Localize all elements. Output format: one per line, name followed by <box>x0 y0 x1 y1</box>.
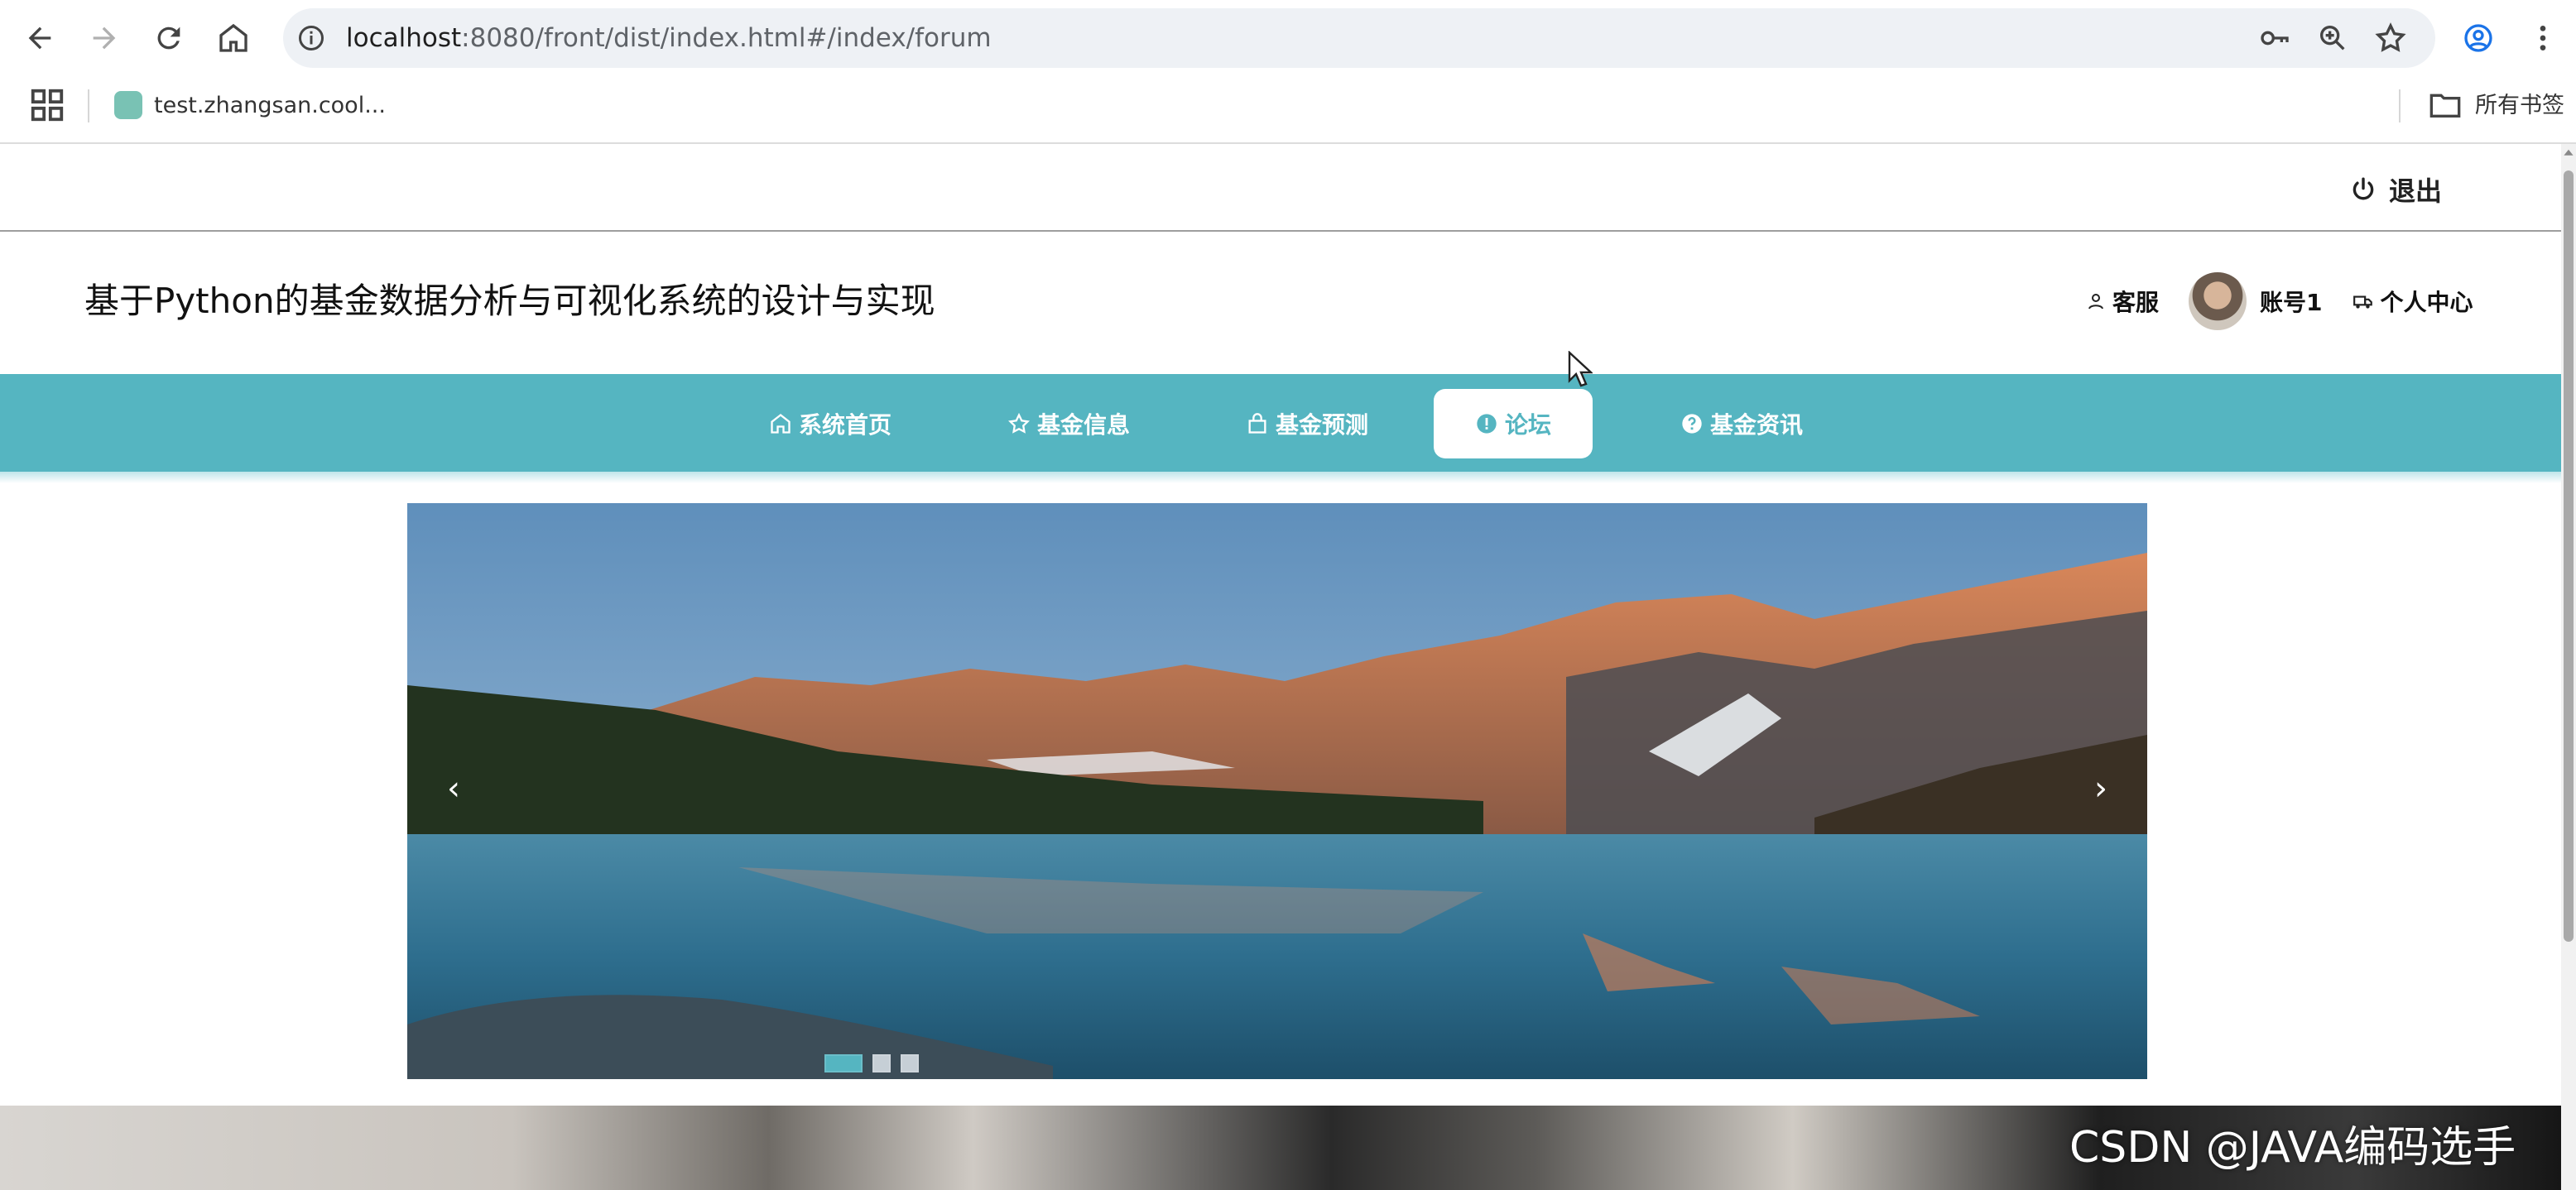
nav-item-fund-forecast[interactable]: 基金预测 <box>1230 389 1384 458</box>
folder-icon[interactable] <box>2429 91 2462 119</box>
nav-item-fund-news[interactable]: 基金资讯 <box>1660 389 1823 458</box>
nav-item-label: 基金信息 <box>1036 411 1130 439</box>
reload-icon <box>157 26 180 50</box>
nav-shadow <box>0 472 2561 483</box>
avatar[interactable] <box>2189 272 2247 330</box>
service-label: 客服 <box>2112 289 2160 316</box>
logout-label: 退出 <box>2389 175 2443 207</box>
home-icon <box>771 414 791 434</box>
banner-image <box>407 503 2147 1079</box>
watermark-text: CSDN @JAVA编码选手 <box>2069 1123 2516 1173</box>
service-link[interactable]: 客服 <box>2086 285 2159 318</box>
account-label[interactable]: 账号1 <box>2260 285 2322 318</box>
carousel-indicators <box>824 1054 919 1072</box>
menu-kebab-icon[interactable] <box>2521 17 2564 60</box>
nav-item-label: 基金预测 <box>1275 411 1368 439</box>
back-button[interactable] <box>13 12 66 65</box>
page-viewport: 退出 基于Python的基金数据分析与可视化系统的设计与实现 客服 账号1 个人… <box>0 144 2561 1190</box>
question-icon <box>1682 414 1702 434</box>
profile-icon[interactable] <box>2457 17 2500 60</box>
carousel-prev-button[interactable]: ‹ <box>429 751 478 826</box>
nav-item-label: 系统首页 <box>798 411 892 439</box>
home-button[interactable] <box>207 12 260 65</box>
carousel-dot[interactable] <box>901 1054 919 1072</box>
bookmark-separator <box>2399 89 2401 122</box>
forward-button[interactable] <box>78 12 131 65</box>
personal-center-label: 个人中心 <box>2380 289 2473 316</box>
bookmark-separator <box>88 89 89 122</box>
truck-icon <box>2353 295 2372 309</box>
site-info-icon[interactable] <box>291 18 331 58</box>
nav-item-label: 论坛 <box>1504 411 1551 439</box>
top-strip <box>0 144 2561 232</box>
user-outline-icon <box>2088 294 2103 309</box>
arrow-right-icon <box>93 26 116 50</box>
arrow-left-icon <box>28 26 51 50</box>
bookmark-star-icon[interactable] <box>2369 17 2412 60</box>
password-key-icon[interactable] <box>2253 17 2296 60</box>
bookmark-item[interactable]: test.zhangsan.cool... <box>154 88 386 124</box>
personal-center-link[interactable]: 个人中心 <box>2353 285 2473 318</box>
bookmark-favicon-icon <box>114 91 142 119</box>
carousel-next-button[interactable]: › <box>2076 751 2126 826</box>
carousel-dot[interactable] <box>824 1054 863 1072</box>
star-icon <box>1007 412 1030 434</box>
bag-icon <box>1248 413 1266 434</box>
bookmarks-bar <box>0 76 2576 144</box>
zoom-icon[interactable] <box>2311 17 2354 60</box>
nav-item-forum[interactable]: 论坛 <box>1434 389 1593 458</box>
info-icon <box>1477 414 1497 434</box>
nav-item-fund-info[interactable]: 基金信息 <box>992 389 1146 458</box>
carousel-dot[interactable] <box>872 1054 891 1072</box>
power-icon <box>2353 177 2374 200</box>
mouse-cursor-icon <box>1568 351 1593 387</box>
logout-button[interactable]: 退出 <box>2349 169 2442 210</box>
header-user-area: 客服 账号1 个人中心 <box>2086 270 2473 333</box>
home-icon <box>219 23 248 52</box>
url-text[interactable]: localhost:8080/front/dist/index.html#/in… <box>346 17 992 60</box>
scrollbar-thumb[interactable] <box>2564 170 2574 942</box>
site-title: 基于Python的基金数据分析与可视化系统的设计与实现 <box>84 281 935 321</box>
reload-button[interactable] <box>142 12 195 65</box>
apps-grid-icon[interactable] <box>28 86 66 124</box>
nav-item-home[interactable]: 系统首页 <box>753 389 907 458</box>
all-bookmarks-button[interactable]: 所有书签 <box>2475 88 2564 124</box>
nav-item-label: 基金资讯 <box>1709 411 1803 439</box>
scroll-up-arrow-icon[interactable] <box>2563 147 2574 159</box>
banner-carousel[interactable]: ‹ › <box>407 503 2147 1079</box>
